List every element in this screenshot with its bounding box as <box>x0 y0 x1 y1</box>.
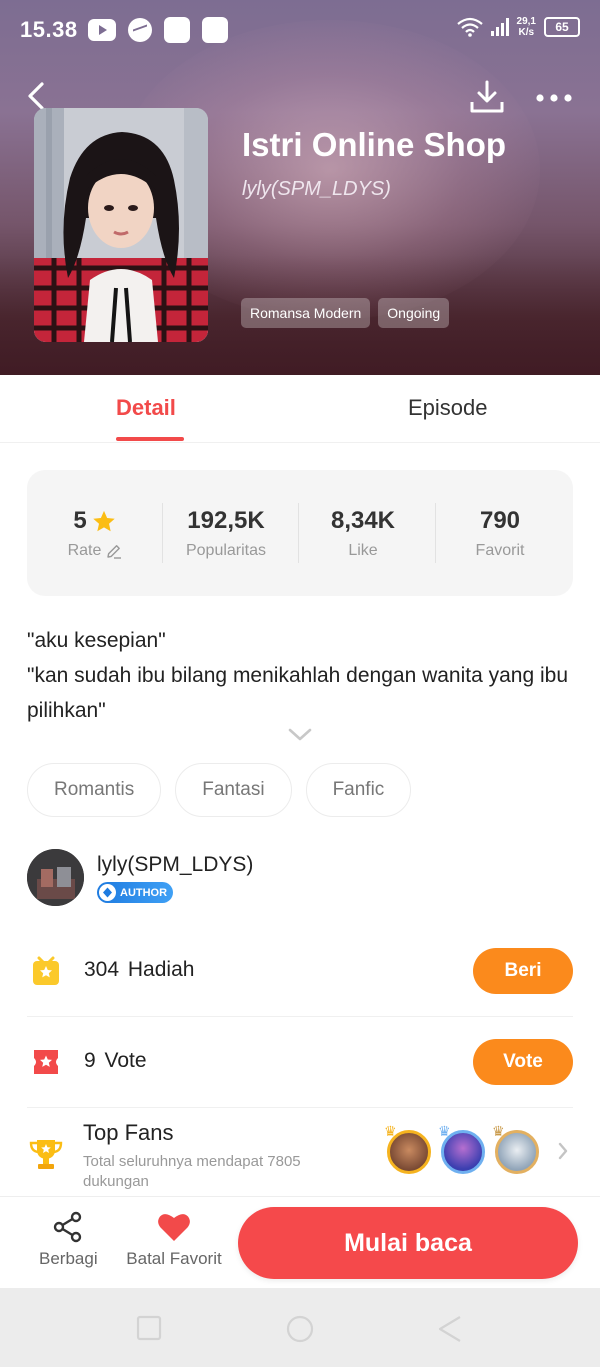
tag-status: Ongoing <box>378 298 450 328</box>
stats-card: 5 Rate 192,5K Popularitas 8,34K Like 790… <box>27 470 573 596</box>
gift-row: 304 Hadiah Beri <box>27 926 573 1017</box>
rate-value: 5 <box>73 507 87 534</box>
synopsis-text: "aku kesepian" "kan sudah ibu bilang men… <box>27 629 569 722</box>
app-notification-icon <box>164 17 190 43</box>
status-time: 15.38 <box>20 17 78 42</box>
vote-count: 9 <box>84 1049 96 1072</box>
vote-button[interactable]: Vote <box>473 1039 573 1085</box>
book-tags: Romansa Modern Ongoing <box>241 298 450 328</box>
expand-synopsis-button[interactable] <box>287 727 313 743</box>
fan-avatar[interactable]: ♛ <box>384 1123 431 1174</box>
bottom-action-bar: Berbagi Batal Favorit Mulai baca <box>0 1196 600 1288</box>
gift-icon <box>33 956 59 985</box>
more-icon <box>536 94 572 102</box>
stat-favorite: 790 Favorit <box>432 506 568 560</box>
tab-detail[interactable]: Detail <box>116 395 176 421</box>
more-options-button[interactable] <box>534 84 574 112</box>
status-bar: 15.38 29,1 K/s 65 <box>0 0 600 60</box>
download-icon <box>470 80 504 113</box>
top-fans-title: Top Fans <box>83 1120 174 1145</box>
app-notification-icon <box>202 17 228 43</box>
trophy-icon <box>29 1140 63 1169</box>
start-reading-button[interactable]: Mulai baca <box>238 1207 578 1279</box>
book-author: lyly(SPM_LDYS) <box>242 178 391 200</box>
signal-icon <box>490 18 509 36</box>
genre-chip[interactable]: Fanfic <box>305 763 412 817</box>
youtube-notification-icon <box>88 19 116 41</box>
like-label: Like <box>348 542 378 559</box>
download-button[interactable] <box>468 78 506 116</box>
favorite-button[interactable]: Batal Favorit <box>126 1211 222 1269</box>
heart-icon <box>158 1214 190 1241</box>
author-badge: AUTHOR <box>97 882 174 903</box>
vote-label: Vote <box>104 1049 147 1072</box>
popularity-label: Popularitas <box>185 542 267 559</box>
popularity-value: 192,5K <box>187 507 265 534</box>
system-navigation-bar <box>0 1288 600 1367</box>
tag-category: Romansa Modern <box>241 298 371 328</box>
book-title: Istri Online Shop <box>242 126 507 163</box>
book-cover-image <box>34 108 208 342</box>
fan-avatar[interactable]: ♛ <box>438 1123 485 1174</box>
wifi-icon <box>456 17 483 37</box>
favorite-value: 790 <box>479 507 521 534</box>
stat-rate[interactable]: 5 Rate <box>27 506 163 560</box>
back-nav-icon[interactable] <box>436 1315 464 1343</box>
recent-apps-icon[interactable] <box>136 1315 162 1341</box>
star-icon <box>92 510 115 531</box>
favorite-label: Batal Favorit <box>126 1249 222 1268</box>
fan-avatar[interactable]: ♛ <box>492 1123 539 1174</box>
author-profile[interactable]: lyly(SPM_LDYS) AUTHOR <box>27 849 577 909</box>
give-gift-button[interactable]: Beri <box>473 948 573 994</box>
tab-episode[interactable]: Episode <box>408 395 488 421</box>
stat-like: 8,34K Like <box>295 506 431 560</box>
book-header: 15.38 29,1 K/s 65 Istri Online Shop lyly… <box>0 0 600 375</box>
like-value: 8,34K <box>330 507 396 534</box>
network-speed: 29,1 K/s <box>516 16 536 38</box>
gift-count: 304 <box>84 958 120 981</box>
messenger-notification-icon <box>128 18 152 42</box>
share-button[interactable]: Berbagi <box>39 1211 98 1269</box>
home-icon[interactable] <box>285 1315 315 1345</box>
gift-label: Hadiah <box>127 958 195 981</box>
favorite-label: Favorit <box>475 542 525 559</box>
author-avatar[interactable] <box>27 849 84 906</box>
stat-popularity: 192,5K Popularitas <box>158 506 294 560</box>
detail-tabs: Detail Episode <box>0 375 600 443</box>
top-fans-subtitle: Total seluruhnya mendapat 7805 dukungan <box>83 1153 301 1190</box>
vote-row: 9 Vote Vote <box>27 1017 573 1108</box>
vote-ticket-icon <box>34 1050 58 1074</box>
active-tab-indicator <box>116 437 184 441</box>
crown-icon: ♛ <box>384 1123 397 1139</box>
chevron-down-icon <box>288 728 312 741</box>
top-fans-row[interactable]: Top Fans Total seluruhnya mendapat 7805 … <box>27 1108 573 1196</box>
genre-list: Romantis Fantasi Fanfic <box>27 763 412 817</box>
battery-indicator: 65 <box>544 17 580 37</box>
crown-icon: ♛ <box>492 1123 505 1139</box>
edit-icon <box>107 544 122 559</box>
share-label: Berbagi <box>39 1249 98 1268</box>
top-fans-avatars: ♛ ♛ ♛ <box>384 1123 539 1174</box>
chevron-right-icon <box>558 1142 568 1160</box>
rate-label: Rate <box>67 542 102 559</box>
crown-icon: ♛ <box>438 1123 451 1139</box>
author-name[interactable]: lyly(SPM_LDYS) <box>97 853 253 877</box>
genre-chip[interactable]: Fantasi <box>175 763 292 817</box>
share-icon <box>53 1211 82 1243</box>
genre-chip[interactable]: Romantis <box>27 763 162 817</box>
notification-icons <box>88 17 228 43</box>
diamond-icon <box>99 884 116 901</box>
